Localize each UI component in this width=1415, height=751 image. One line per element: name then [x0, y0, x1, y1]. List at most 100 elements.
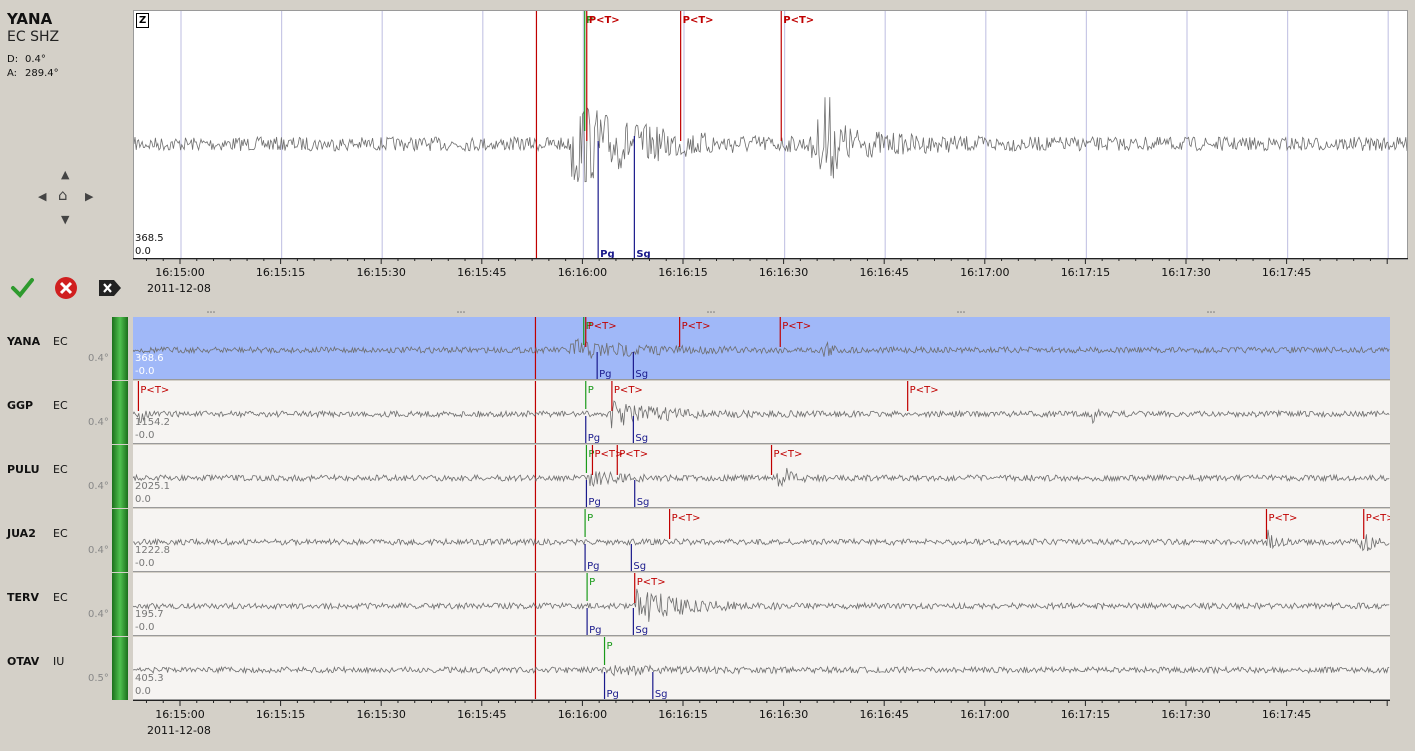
row-network: EC [53, 399, 68, 412]
time-axis-bottom: 2011-12-08 16:15:00 16:15:15 16:15:30 16:15… [133, 700, 1390, 737]
distance-value: 0.4° [25, 54, 46, 65]
row-station-name: JUA2 [7, 527, 36, 540]
row-waveform[interactable]: P P<T> Pg Sg 195.7 -0.0 [133, 573, 1390, 636]
row-network: EC [53, 335, 68, 348]
waveform-trace [133, 588, 1390, 622]
time-tick-label: 16:15:00 [155, 266, 205, 279]
waveform-trace [133, 529, 1390, 552]
main-amp-min: 0.0 [135, 246, 151, 257]
row-distance: 0.4° [88, 545, 109, 556]
row-amp-min: 0.0 [135, 686, 151, 697]
theoretical-pick-label: P<T> [910, 385, 939, 396]
sg-label: Sg [655, 689, 668, 700]
station-row-pulu[interactable]: PULU EC 0.4° P P<T> P<T> P<T> Pg Sg 2025.1 0.… [0, 445, 1415, 509]
checkmark-icon [11, 278, 34, 298]
station-row-yana[interactable]: YANA EC 0.4° P P<T> P<T> P<T> Pg Sg 368.6 -0.… [0, 317, 1415, 381]
row-distance: 0.4° [88, 481, 109, 492]
row-amp-max: 2025.1 [135, 481, 170, 492]
station-row-otav[interactable]: OTAV IU 0.5° P Pg Sg 405.3 0.0 [0, 637, 1415, 701]
sg-label: Sg [637, 497, 650, 508]
reject-button[interactable] [54, 276, 78, 300]
row-station-name: YANA [7, 335, 41, 348]
time-tick-label: 16:16:15 [658, 708, 708, 721]
sg-label: Sg [635, 433, 648, 444]
pg-label: Pg [587, 561, 599, 572]
pg-label: Pg [607, 689, 619, 700]
station-code: YANA [7, 10, 53, 28]
time-tick-label: 16:17:00 [960, 708, 1010, 721]
p-pick-label: P [587, 513, 593, 524]
time-tick-label: 16:16:00 [557, 266, 608, 279]
waveform-trace [133, 338, 1390, 359]
p-pick-label: P [589, 577, 595, 588]
row-amp-max: 1154.2 [135, 417, 170, 428]
waveform-trace [134, 97, 1407, 183]
pg-label: Pg [588, 497, 600, 508]
row-amp-min: -0.0 [135, 558, 155, 569]
row-status-bar [112, 509, 128, 572]
row-amp-min: -0.0 [135, 366, 155, 377]
nav-left-icon[interactable]: ◀ [38, 191, 46, 203]
row-station-name: PULU [7, 463, 40, 476]
time-tick-label: 16:15:45 [457, 266, 507, 279]
station-info-panel: YANA EC SHZ D: 0.4° A: 289.4° ▲ ◀ ⌂ ▶ ▼ [0, 0, 130, 262]
theoretical-pick-label: P<T> [683, 15, 714, 26]
row-distance: 0.4° [88, 417, 109, 428]
row-waveform[interactable]: P P<T> P<T> P<T> Pg Sg 1154.2 -0.0 [133, 381, 1390, 444]
sg-label: Sg [635, 369, 648, 380]
component-badge: Z [136, 13, 150, 28]
axis-date: 2011-12-08 [147, 282, 211, 295]
row-network: EC [53, 463, 68, 476]
nav-right-icon[interactable]: ▶ [85, 191, 93, 203]
station-channel: EC SHZ [7, 29, 60, 45]
theoretical-pick-label: P<T> [619, 449, 648, 460]
row-station-name: TERV [7, 591, 40, 604]
axis-date: 2011-12-08 [147, 724, 211, 737]
time-axis-top: 2011-12-08 16:15:00 16:15:15 16:15:30 16:15… [133, 258, 1408, 295]
pick-actions [0, 276, 130, 302]
row-amp-max: 195.7 [135, 609, 164, 620]
row-amp-min: -0.0 [135, 622, 155, 633]
row-waveform[interactable]: P Pg Sg 405.3 0.0 [133, 637, 1390, 700]
azimuth-label: A: [7, 68, 18, 79]
row-station-name: GGP [7, 399, 34, 412]
time-tick-label: 16:16:30 [758, 266, 809, 279]
row-status-bar [112, 637, 128, 700]
clear-button[interactable] [98, 278, 122, 302]
row-waveform[interactable]: P P<T> P<T> P<T> Pg Sg 368.6 -0.0 [133, 317, 1390, 380]
azimuth-value: 289.4° [25, 68, 59, 79]
theoretical-pick-label: P<T> [672, 513, 701, 524]
main-waveform-view[interactable]: P P<T> P<T> P<T> Pg Sg Z 368.5 0.0 [133, 10, 1408, 260]
time-tick-label: 16:16:30 [758, 708, 809, 721]
row-waveform[interactable]: P P<T> P<T> P<T> Pg Sg 1222.8 -0.0 [133, 509, 1390, 572]
theoretical-pick-label: P<T> [682, 321, 711, 332]
time-tick-label: 16:17:45 [1261, 266, 1312, 279]
station-row-ggp[interactable]: GGP EC 0.4° P P<T> P<T> P<T> Pg Sg 1154.2 -0.… [0, 381, 1415, 445]
station-row-terv[interactable]: TERV EC 0.4° P P<T> Pg Sg 195.7 -0.0 [0, 573, 1415, 637]
theoretical-pick-label: P<T> [588, 321, 617, 332]
p-pick-label: P [607, 641, 613, 652]
time-tick-label: 16:15:00 [155, 708, 205, 721]
sg-label: Sg [633, 561, 646, 572]
row-status-bar [112, 317, 128, 380]
row-waveform[interactable]: P P<T> P<T> P<T> Pg Sg 2025.1 0.0 [133, 445, 1390, 508]
time-tick-label: 16:16:45 [859, 708, 909, 721]
theoretical-pick-label: P<T> [1366, 513, 1390, 524]
row-status-bar [112, 381, 128, 444]
row-network: EC [53, 527, 68, 540]
time-tick-label: 16:17:15 [1060, 266, 1111, 279]
main-waveform-svg: PP<T> P<T> P<T>Pg Sg [134, 11, 1407, 259]
nav-up-icon[interactable]: ▲ [61, 169, 69, 181]
pg-label: Pg [588, 433, 600, 444]
row-network: IU [53, 655, 65, 668]
time-tick-label: 16:17:30 [1161, 266, 1211, 279]
splitter-handle[interactable] [133, 303, 1390, 315]
accept-button[interactable] [10, 276, 34, 300]
time-tick-label: 16:15:15 [255, 266, 306, 279]
station-row-jua2[interactable]: JUA2 EC 0.4° P P<T> P<T> P<T> Pg Sg 1222.8 -0… [0, 509, 1415, 573]
home-icon[interactable]: ⌂ [58, 188, 68, 203]
main-amp-max: 368.5 [135, 233, 164, 244]
time-tick-label: 16:15:30 [356, 266, 406, 279]
nav-down-icon[interactable]: ▼ [61, 214, 69, 226]
row-distance: 0.4° [88, 609, 109, 620]
